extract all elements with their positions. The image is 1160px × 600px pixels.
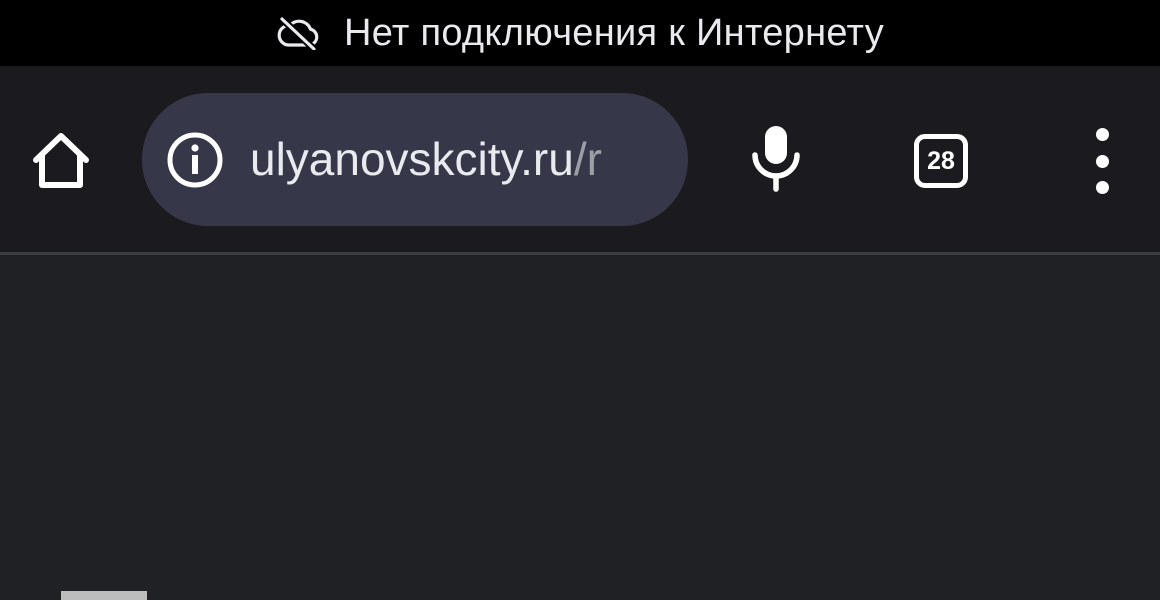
more-vert-icon <box>1095 128 1109 141</box>
info-icon[interactable] <box>165 130 225 190</box>
loading-placeholder <box>61 591 147 600</box>
tab-switcher-button[interactable]: 28 <box>908 128 974 194</box>
tab-count-badge: 28 <box>914 134 968 188</box>
offline-message: Нет подключения к Интернету <box>343 11 884 54</box>
home-button[interactable] <box>24 130 98 194</box>
page-content <box>0 255 1160 600</box>
url-path: /r <box>573 133 602 185</box>
cloud-off-icon <box>276 16 320 50</box>
url-host: ulyanovskcity.ru <box>250 133 574 185</box>
more-vert-icon-dot <box>1095 181 1109 194</box>
tab-count: 28 <box>927 146 955 175</box>
home-icon <box>28 130 94 195</box>
address-bar[interactable]: ulyanovskcity.ru/r <box>142 93 688 226</box>
url-text[interactable]: ulyanovskcity.ru/r <box>250 131 668 187</box>
offline-status-bar: Нет подключения к Интернету <box>0 0 1160 66</box>
voice-search-button[interactable] <box>740 124 812 196</box>
more-vert-icon-dot <box>1095 154 1109 168</box>
microphone-icon <box>748 123 804 198</box>
more-menu-button[interactable] <box>1082 128 1122 194</box>
